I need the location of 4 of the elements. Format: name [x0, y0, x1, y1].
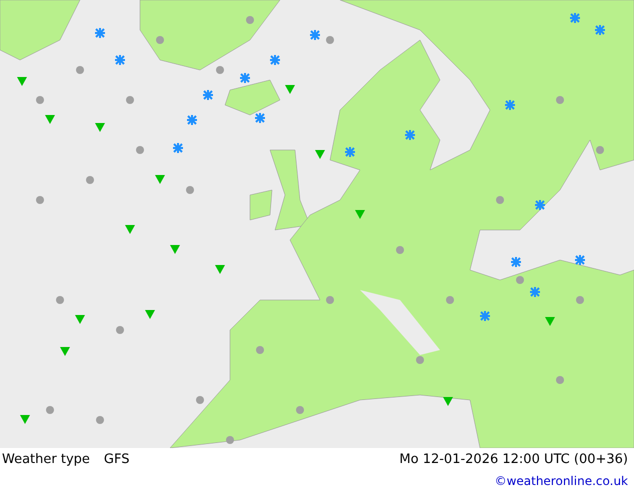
- credit-link[interactable]: ©weatheronline.co.uk: [494, 472, 628, 490]
- map-title: Weather type: [2, 452, 90, 468]
- valid-time: Mo 12-01-2026 12:00 UTC (00+36): [399, 452, 628, 468]
- model-name: GFS: [104, 452, 130, 468]
